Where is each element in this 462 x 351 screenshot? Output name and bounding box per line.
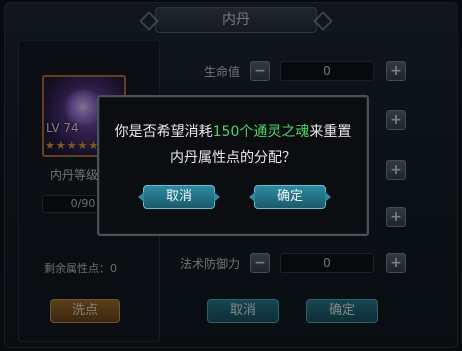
dialog-message: 你是否希望消耗150个通灵之魂来重置内丹属性点的分配？ xyxy=(111,119,355,171)
dialog-message-prefix: 你是否希望消耗 xyxy=(114,124,213,140)
dialog-confirm-button[interactable]: 确定 xyxy=(249,185,331,209)
reset-confirm-dialog: 你是否希望消耗150个通灵之魂来重置内丹属性点的分配？ 取消 确定 xyxy=(97,95,369,236)
dialog-cancel-button[interactable]: 取消 xyxy=(138,185,220,209)
dialog-message-highlight: 150个通灵之魂 xyxy=(212,124,310,140)
game-screen: 内丹 LV 74 ★★★★★ 内丹等级 0/90 剩余属性点：0 生命值 − 0… xyxy=(0,0,462,351)
